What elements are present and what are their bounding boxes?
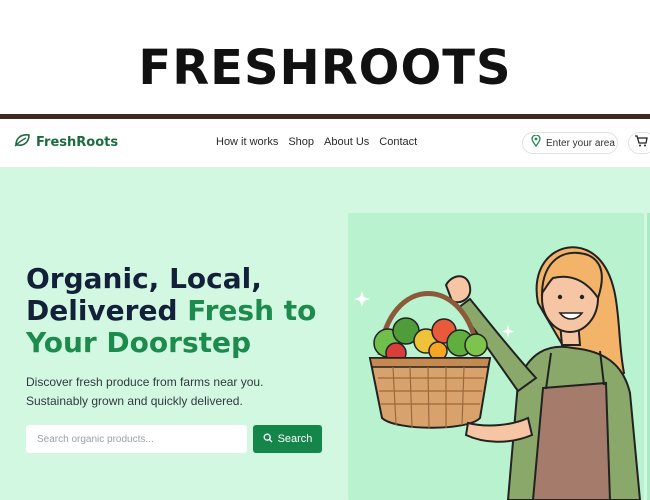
- hero-subtext: Discover fresh produce from farms near y…: [26, 373, 316, 411]
- subtext-line-2: Sustainably grown and quickly delivered.: [26, 394, 243, 408]
- headline-green-text: Fresh to: [187, 294, 317, 327]
- subtext-line-1: Discover fresh produce from farms near y…: [26, 375, 264, 389]
- location-pin-icon: [531, 134, 541, 152]
- search-icon: [263, 433, 273, 446]
- leaf-icon: [14, 133, 31, 152]
- hero-illustration: [348, 213, 644, 500]
- hero-headline: Organic, Local, Delivered Fresh to Your …: [26, 263, 346, 359]
- navbar: FreshRoots How it works Shop About Us Co…: [0, 119, 650, 167]
- cart-icon: [634, 134, 648, 152]
- cart-button[interactable]: [628, 132, 650, 154]
- nav-link-how-it-works[interactable]: How it works: [216, 136, 278, 148]
- nav-link-contact[interactable]: Contact: [379, 136, 417, 148]
- brand-name: FreshRoots: [36, 135, 119, 150]
- nav-link-shop[interactable]: Shop: [288, 136, 314, 148]
- nav-links: How it works Shop About Us Contact: [216, 136, 417, 148]
- banner: FRESHROOTS: [0, 0, 650, 114]
- nav-link-about-us[interactable]: About Us: [324, 136, 369, 148]
- headline-line-2: Delivered Fresh to: [26, 295, 346, 327]
- search-button-label: Search: [277, 433, 313, 445]
- headline-line-3: Your Doorstep: [26, 326, 252, 359]
- area-selector[interactable]: Enter your area: [522, 132, 618, 154]
- headline-dark-text: Delivered: [26, 294, 188, 327]
- search-button[interactable]: Search: [253, 425, 322, 453]
- brand-logo[interactable]: FreshRoots: [14, 133, 118, 152]
- banner-title: FRESHROOTS: [138, 40, 512, 96]
- headline-line-1: Organic, Local,: [26, 262, 262, 295]
- area-selector-label: Enter your area: [546, 137, 615, 149]
- hero-section: Organic, Local, Delivered Fresh to Your …: [0, 167, 650, 500]
- search-input[interactable]: [26, 425, 247, 453]
